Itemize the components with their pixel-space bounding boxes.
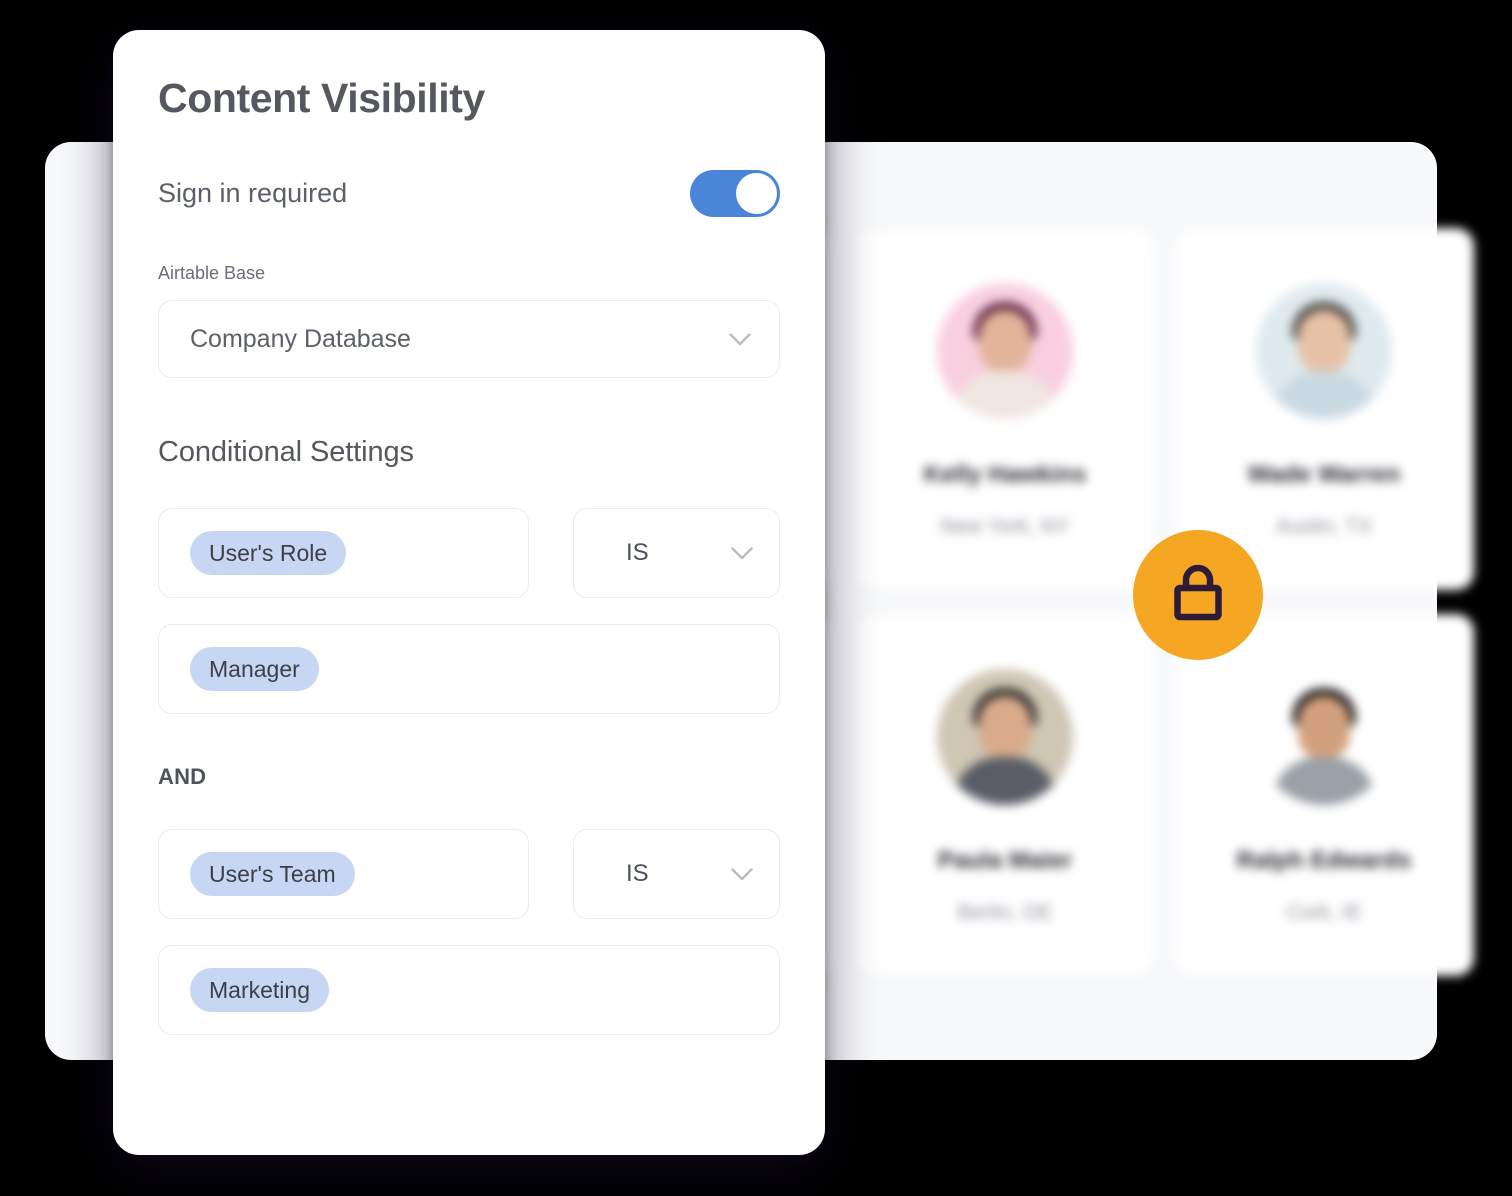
profile-name: Kelly Hawkins (923, 461, 1087, 488)
condition-row-2: User's Team IS (158, 829, 780, 920)
profile-location: Austin, TX (1275, 515, 1373, 538)
avatar (937, 283, 1073, 419)
airtable-base-label: Airtable Base (158, 263, 266, 284)
profile-card[interactable]: Paula Maier Berlin, DE (855, 614, 1155, 976)
condition-1-value-row: Manager (158, 624, 780, 715)
conditional-settings-title: Conditional Settings (158, 436, 414, 469)
condition-1-field-box[interactable]: User's Role (158, 508, 529, 599)
sign-in-required-row: Sign in required (158, 170, 780, 218)
condition-row-1: User's Role IS (158, 508, 780, 599)
condition-2-operator-select[interactable]: IS (573, 829, 780, 920)
airtable-base-select[interactable]: Company Database (158, 300, 780, 379)
condition-1-value-chip[interactable]: Manager (190, 647, 319, 692)
profile-name: Ralph Edwards (1236, 847, 1412, 874)
avatar (1256, 283, 1392, 419)
profile-location: Cork, IE (1286, 901, 1362, 924)
condition-1-operator-select[interactable]: IS (573, 508, 780, 599)
condition-2-value-chip[interactable]: Marketing (190, 968, 329, 1013)
screenshot-root: Kelly Hawkins New York, NY Wade Warren A… (0, 0, 1512, 1196)
profile-location: New York, NY (940, 515, 1070, 538)
toggle-knob (736, 173, 777, 215)
content-visibility-modal: Content Visibility Sign in required Airt… (113, 30, 825, 1155)
airtable-base-value: Company Database (190, 324, 411, 353)
sign-in-required-label: Sign in required (158, 178, 348, 209)
profile-name: Paula Maier (937, 847, 1073, 874)
condition-1-operator-value: IS (626, 539, 649, 567)
avatar (1256, 669, 1392, 805)
condition-2-value-row: Marketing (158, 945, 780, 1036)
chevron-down-icon (729, 332, 751, 346)
profile-name: Wade Warren (1247, 461, 1401, 488)
condition-1-field-chip[interactable]: User's Role (190, 531, 347, 576)
profile-location: Berlin, DE (957, 901, 1053, 924)
lock-badge (1133, 530, 1263, 660)
profile-card[interactable]: Ralph Edwards Cork, IE (1174, 614, 1474, 976)
condition-1-value-box[interactable]: Manager (158, 624, 780, 715)
sign-in-required-toggle[interactable] (690, 170, 780, 218)
condition-2-field-chip[interactable]: User's Team (190, 852, 355, 897)
page-title: Content Visibility (158, 75, 485, 121)
chevron-down-icon (731, 867, 753, 881)
avatar (937, 669, 1073, 805)
condition-2-value-box[interactable]: Marketing (158, 945, 780, 1036)
join-operator-label: AND (158, 764, 207, 790)
chevron-down-icon (731, 546, 753, 560)
lock-icon (1167, 560, 1229, 631)
condition-2-field-box[interactable]: User's Team (158, 829, 529, 920)
condition-2-operator-value: IS (626, 860, 649, 888)
profile-card[interactable]: Kelly Hawkins New York, NY (855, 228, 1155, 590)
